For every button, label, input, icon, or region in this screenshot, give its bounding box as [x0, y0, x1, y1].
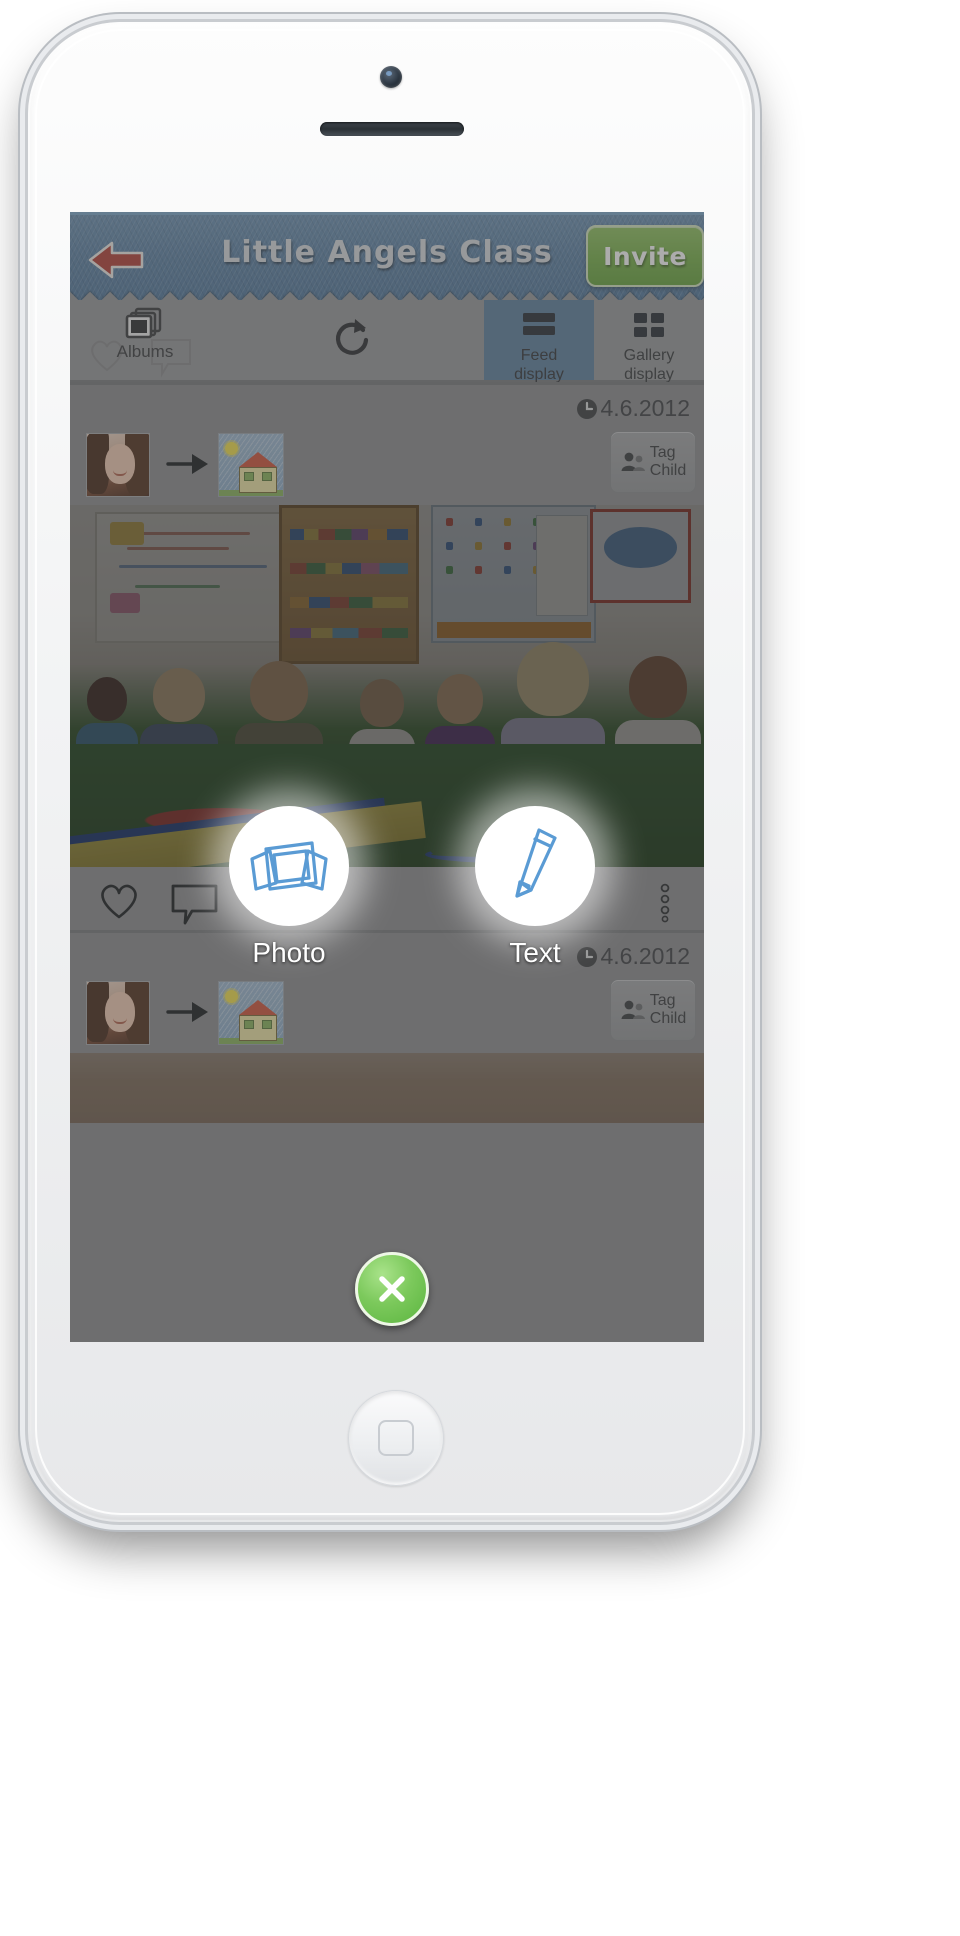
- action-menu-layer: Photo Text: [70, 212, 704, 1342]
- camera-glint: [386, 71, 392, 76]
- add-photo-button[interactable]: [229, 806, 349, 926]
- add-photo-label: Photo: [252, 937, 326, 968]
- home-button-square-icon: [378, 1420, 414, 1456]
- add-text-label: Text: [509, 937, 561, 968]
- stacked-photos-sketch-icon: [250, 841, 328, 891]
- add-text-button[interactable]: [475, 806, 595, 926]
- close-button[interactable]: [355, 1252, 429, 1326]
- close-x-icon: [379, 1276, 405, 1302]
- front-camera-icon: [380, 66, 402, 88]
- earpiece-speaker: [320, 122, 464, 136]
- phone-screen: Little Angels Class Invite Albums Feed d…: [70, 212, 704, 1342]
- pencil-sketch-icon: [515, 828, 557, 898]
- home-button[interactable]: [348, 1390, 444, 1486]
